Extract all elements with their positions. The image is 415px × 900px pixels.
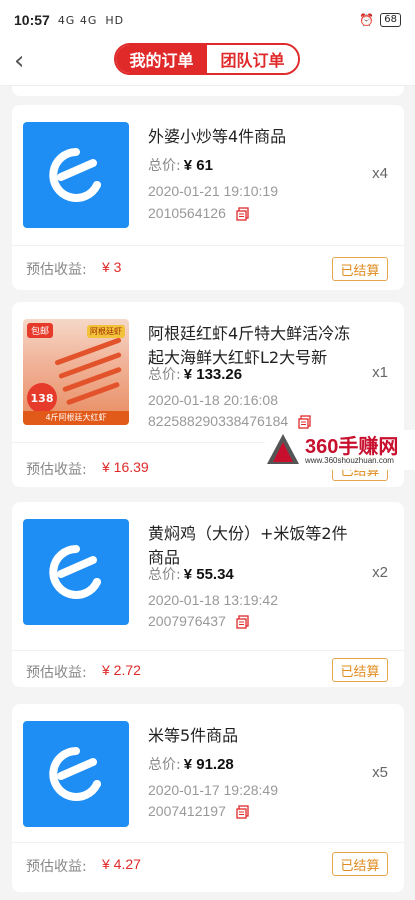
divider xyxy=(12,650,404,651)
order-date: 2020-01-18 13:19:42 xyxy=(148,592,278,608)
status-time: 10:57 xyxy=(14,12,50,28)
earning-value: ¥ 2.72 xyxy=(102,662,141,678)
order-date: 2020-01-17 19:28:49 xyxy=(148,782,278,798)
order-card[interactable]: 外婆小炒等4件商品 总价: ¥ 61 2020-01-21 19:10:19 20… xyxy=(12,105,404,290)
order-total: 总价: ¥ 133.26 xyxy=(148,366,243,383)
status-bar: 10:57 4G 4G HD ⏰ 68 xyxy=(0,0,415,40)
settled-status-button[interactable]: 已结算 xyxy=(332,852,388,876)
thumb-badge-free: 包邮 xyxy=(27,323,54,338)
thumb-price: 138 xyxy=(27,383,57,413)
eleme-logo-thumb xyxy=(23,519,129,625)
earning-value: ¥ 3 xyxy=(102,259,122,275)
divider xyxy=(12,245,404,246)
divider xyxy=(12,842,404,843)
thumb-badge-tag: 阿根廷虾 xyxy=(87,325,125,338)
tab-team-orders[interactable]: 团队订单 xyxy=(207,45,298,73)
order-title: 黄焖鸡（大份）+米饭等2件商品 xyxy=(148,524,348,567)
order-total-value: ¥ 91.28 xyxy=(183,756,234,773)
order-total: 总价: ¥ 91.28 xyxy=(148,756,234,773)
order-quantity: x4 xyxy=(372,165,388,182)
order-total: 总价: ¥ 55.34 xyxy=(148,566,234,583)
back-button[interactable]: ‹ xyxy=(14,48,42,76)
order-number: 822588290338476184 xyxy=(148,413,311,429)
order-title: 米等5件商品 xyxy=(148,726,239,745)
order-title: 阿根廷红虾4斤特大鲜活冷冻起大海鲜大红虾L2大号新鲜... xyxy=(148,324,351,367)
copy-icon[interactable] xyxy=(236,805,249,819)
network-type: HD xyxy=(105,13,125,27)
watermark-logo-icon xyxy=(267,434,299,464)
order-total-value: ¥ 133.26 xyxy=(183,366,243,383)
eleme-logo-thumb xyxy=(23,721,129,827)
order-title: 外婆小炒等4件商品 xyxy=(148,127,287,146)
order-quantity: x5 xyxy=(372,764,388,781)
order-card[interactable]: 米等5件商品 总价: ¥ 91.28 2020-01-17 19:28:49 20… xyxy=(12,704,404,892)
order-total-value: ¥ 55.34 xyxy=(183,566,234,583)
order-number: 2007412197 xyxy=(148,803,249,819)
eleme-logo-icon xyxy=(49,545,101,599)
order-date: 2020-01-18 20:16:08 xyxy=(148,392,278,408)
eleme-logo-icon xyxy=(49,747,101,801)
order-total: 总价: ¥ 61 xyxy=(148,157,213,174)
watermark: 360手赚网 www.360shouzhuan.com xyxy=(265,430,415,470)
signal-icon: 4G 4G xyxy=(57,13,98,27)
earning-label: 预估收益: xyxy=(26,262,87,278)
order-number: 2007976437 xyxy=(148,613,249,629)
earning-label: 预估收益: xyxy=(26,859,87,875)
order-date: 2020-01-21 19:10:19 xyxy=(148,183,278,199)
watermark-url: www.360shouzhuan.com xyxy=(305,456,394,465)
copy-icon[interactable] xyxy=(298,415,311,429)
copy-icon[interactable] xyxy=(236,615,249,629)
watermark-text: 360手赚网 xyxy=(305,436,399,458)
settled-status-button[interactable]: 已结算 xyxy=(332,257,388,281)
earning-value: ¥ 4.27 xyxy=(102,856,141,872)
order-card[interactable]: 黄焖鸡（大份）+米饭等2件商品 总价: ¥ 55.34 2020-01-18 13… xyxy=(12,502,404,687)
settled-status-button[interactable]: 已结算 xyxy=(332,658,388,682)
earning-label: 预估收益: xyxy=(26,665,87,681)
eleme-logo-thumb xyxy=(23,122,129,228)
previous-card-bottom xyxy=(12,86,404,96)
earning-value: ¥ 16.39 xyxy=(102,459,149,475)
battery-icon: 68 xyxy=(380,13,401,27)
nav-bar: ‹ 我的订单 团队订单 xyxy=(0,40,415,86)
tab-my-orders[interactable]: 我的订单 xyxy=(116,45,207,73)
order-number: 2010564126 xyxy=(148,205,249,221)
alarm-icon: ⏰ xyxy=(359,13,375,27)
eleme-logo-icon xyxy=(49,148,101,202)
shrimp-product-thumb: 包邮 阿根廷虾 138 4斤阿根廷大红虾 xyxy=(23,319,129,425)
earning-label: 预估收益: xyxy=(26,462,87,478)
order-quantity: x1 xyxy=(372,364,388,381)
order-quantity: x2 xyxy=(372,564,388,581)
order-tab-switch: 我的订单 团队订单 xyxy=(114,43,300,75)
thumb-banner: 4斤阿根廷大红虾 xyxy=(23,411,129,425)
copy-icon[interactable] xyxy=(236,207,249,221)
order-total-value: ¥ 61 xyxy=(183,157,213,174)
